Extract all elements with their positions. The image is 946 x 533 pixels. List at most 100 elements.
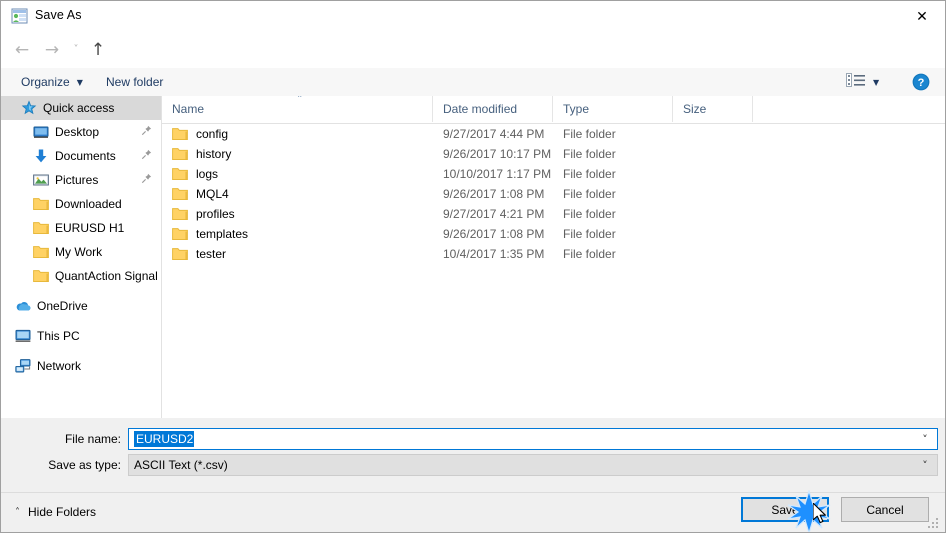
sidebar-item-network[interactable]: Network: [1, 354, 161, 378]
folder-icon: [33, 268, 49, 284]
navigation-bar: ← → ˅ ↑ « Roaming › MetaQuotes › Termina…: [1, 32, 945, 92]
sidebar-item-label: This PC: [37, 329, 80, 343]
pin-icon[interactable]: [141, 125, 152, 139]
save-button[interactable]: Save: [741, 497, 829, 522]
table-row[interactable]: profiles 9/27/2017 4:21 PM File folder: [162, 204, 945, 224]
column-header-label: Type: [563, 102, 590, 116]
folder-icon: [172, 247, 188, 261]
sidebar-item-onedrive[interactable]: OneDrive: [1, 294, 161, 318]
sort-ascending-icon: ˄: [297, 96, 303, 106]
save-button-label: Save: [771, 502, 799, 517]
file-row-type: File folder: [563, 147, 616, 161]
file-row-date: 9/26/2017 10:17 PM: [443, 147, 552, 161]
column-header-label: Name: [172, 102, 205, 116]
file-row-date: 9/26/2017 1:08 PM: [443, 227, 545, 241]
chevron-down-icon: ▼: [76, 77, 83, 87]
view-layout-icon: [846, 73, 866, 91]
save-as-type-combobox[interactable]: ASCII Text (*.csv) ˅: [128, 454, 938, 476]
sidebar-item-this-pc[interactable]: This PC: [1, 324, 161, 348]
close-icon: ✕: [916, 8, 928, 25]
sidebar-item-label: My Work: [55, 245, 103, 259]
file-row-date: 10/4/2017 1:35 PM: [443, 247, 545, 261]
resize-grip[interactable]: [928, 518, 939, 529]
this-pc-icon: [15, 328, 31, 344]
file-name-label: File name:: [64, 432, 121, 446]
up-button[interactable]: ↑: [85, 36, 111, 64]
file-row-type: File folder: [563, 247, 616, 261]
hide-folders-button[interactable]: ˄ Hide Folders: [15, 501, 96, 523]
table-row[interactable]: templates 9/26/2017 1:08 PM File folder: [162, 224, 945, 244]
folder-icon: [172, 127, 188, 141]
column-header-label: Size: [683, 102, 707, 116]
sidebar-item-downloaded[interactable]: Downloaded: [1, 192, 161, 216]
close-button[interactable]: ✕: [899, 1, 945, 32]
file-name-dropdown-button[interactable]: ˅: [913, 429, 937, 449]
save-as-dialog: Save As ✕ ← → ˅ ↑ « Roaming ›: [0, 0, 946, 533]
file-row-name: profiles: [162, 207, 235, 221]
cancel-button[interactable]: Cancel: [841, 497, 929, 522]
table-row[interactable]: MQL4 9/26/2017 1:08 PM File folder: [162, 184, 945, 204]
title-bar: Save As ✕: [1, 1, 945, 32]
pin-icon[interactable]: [141, 173, 152, 187]
file-name-text: logs: [196, 167, 219, 181]
table-row[interactable]: logs 10/10/2017 1:17 PM File folder: [162, 164, 945, 184]
file-name-text: templates: [196, 227, 249, 241]
organize-button[interactable]: Organize ▼: [13, 68, 91, 96]
hide-folders-label: Hide Folders: [28, 505, 97, 519]
file-rows: config 9/27/2017 4:44 PM File folder histor…: [162, 124, 945, 264]
sidebar-item-desktop[interactable]: Desktop: [1, 120, 161, 144]
file-name-text: MQL4: [196, 187, 229, 201]
folder-icon: [33, 244, 49, 260]
file-name-input[interactable]: EURUSD2: [134, 431, 195, 447]
organize-label: Organize: [21, 75, 70, 89]
sidebar-item-documents[interactable]: Documents: [1, 144, 161, 168]
file-row-name: config: [162, 127, 228, 141]
dialog-footer: ˄ Hide Folders Save Cancel: [1, 492, 945, 532]
table-row[interactable]: config 9/27/2017 4:44 PM File folder: [162, 124, 945, 144]
download-arrow-icon: [33, 148, 49, 164]
folder-icon: [172, 187, 188, 201]
file-row-type: File folder: [563, 167, 616, 181]
recent-locations-button[interactable]: ˅: [67, 36, 85, 64]
chevron-up-icon: ˄: [15, 506, 20, 518]
sidebar-item-label: Desktop: [55, 125, 100, 139]
new-folder-button[interactable]: New folder: [98, 68, 171, 96]
sidebar-item-label: Quick access: [43, 101, 115, 115]
save-as-icon: [11, 8, 28, 24]
back-button[interactable]: ←: [9, 36, 35, 64]
column-header-date-modified[interactable]: Date modified: [433, 96, 553, 122]
sidebar-item-quantaction-signal[interactable]: QuantAction Signal: [1, 264, 161, 288]
column-header-size[interactable]: Size: [673, 96, 753, 122]
sidebar-item-label: Downloaded: [55, 197, 122, 211]
folder-icon: [172, 167, 188, 181]
folder-icon: [172, 147, 188, 161]
file-name-text: config: [196, 127, 229, 141]
file-list-pane: Name ˄ Date modified Type Size config 9/27/20…: [162, 96, 945, 418]
folder-icon: [172, 227, 188, 241]
table-row[interactable]: history 9/26/2017 10:17 PM File folder: [162, 144, 945, 164]
chevron-down-icon: ˅: [73, 44, 79, 55]
column-header-type[interactable]: Type: [553, 96, 673, 122]
save-as-type-dropdown-button[interactable]: ˅: [913, 455, 937, 475]
file-row-type: File folder: [563, 187, 616, 201]
forward-button[interactable]: →: [39, 36, 65, 64]
star-icon: [21, 100, 37, 116]
table-row[interactable]: tester 10/4/2017 1:35 PM File folder: [162, 244, 945, 264]
save-as-type-value: ASCII Text (*.csv): [134, 458, 228, 472]
chevron-down-icon: ˅: [922, 458, 928, 472]
file-name-combobox[interactable]: EURUSD2 ˅: [128, 428, 938, 450]
folder-icon: [172, 207, 188, 221]
save-form: File name: EURUSD2 ˅ Save as type: ASCII…: [1, 418, 945, 492]
sidebar-item-my-work[interactable]: My Work: [1, 240, 161, 264]
sidebar-item-eurusd-h1[interactable]: EURUSD H1: [1, 216, 161, 240]
sidebar-item-quick-access[interactable]: Quick access: [1, 96, 161, 120]
file-name-text: profiles: [196, 207, 235, 221]
pin-icon[interactable]: [141, 149, 152, 163]
file-row-name: history: [162, 147, 231, 161]
window-title: Save As: [35, 8, 82, 22]
sidebar-item-pictures[interactable]: Pictures: [1, 168, 161, 192]
view-options-button[interactable]: ▼: [846, 72, 892, 92]
help-button[interactable]: ?: [912, 73, 930, 91]
file-name-text: tester: [196, 247, 227, 261]
monitor-icon: [33, 124, 49, 140]
